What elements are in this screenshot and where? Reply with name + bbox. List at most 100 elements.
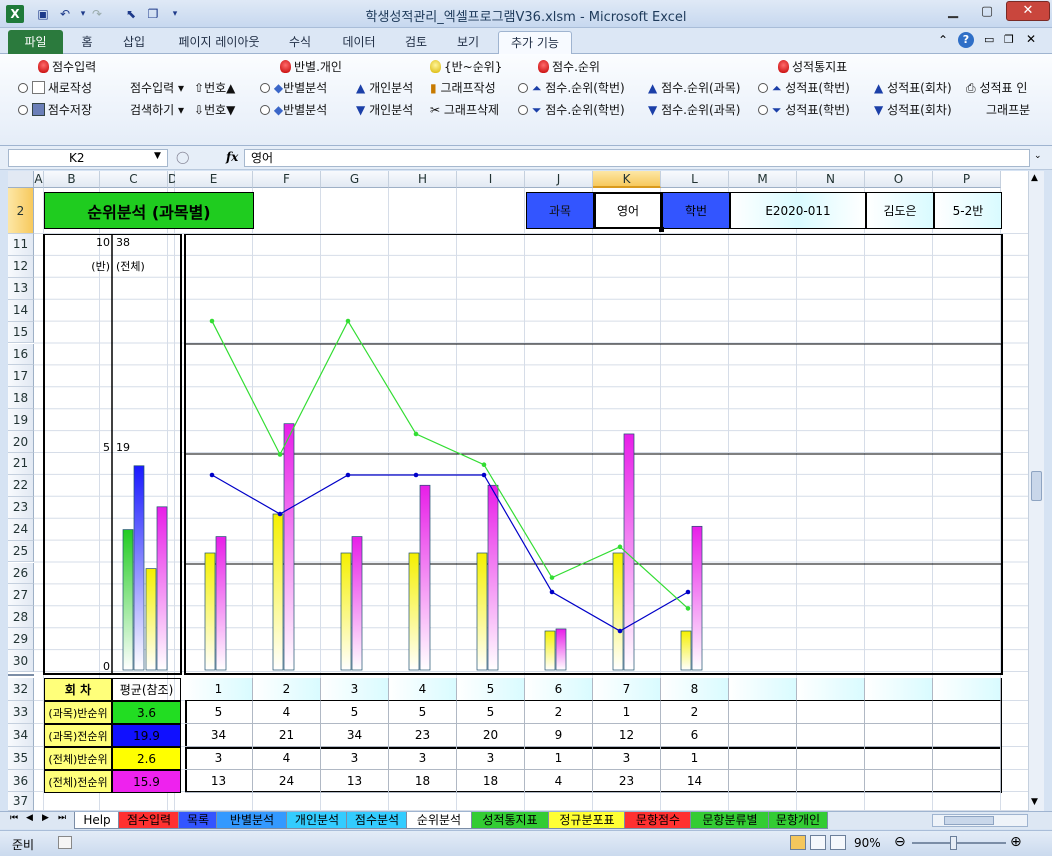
expand-formula-icon[interactable]: ⌄	[1034, 151, 1042, 161]
sheet-tab-7[interactable]: 순위분석	[406, 812, 472, 829]
column-header-d[interactable]: D	[168, 171, 177, 188]
row-header-23[interactable]: 23	[8, 496, 34, 519]
table-cell[interactable]: 3	[185, 747, 253, 770]
table-cell[interactable]: 23	[593, 770, 661, 793]
row-header-35[interactable]: 35	[8, 747, 34, 770]
table-cell[interactable]: 4	[253, 701, 321, 724]
sheet-tab-12[interactable]: 문항개인	[768, 812, 828, 829]
table-cell[interactable]: 3	[321, 747, 389, 770]
column-header-h[interactable]: H	[389, 171, 457, 188]
table-cell[interactable]: 21	[253, 724, 321, 747]
sheet-tab-3[interactable]: 목록	[178, 812, 218, 829]
row-header-22[interactable]: 22	[8, 474, 34, 497]
table-cell[interactable]: 9	[525, 724, 593, 747]
minimize-icon[interactable]: ▁	[938, 2, 968, 22]
row-header-32[interactable]: 32	[8, 678, 34, 701]
table-cell[interactable]	[729, 747, 797, 770]
column-header-a[interactable]: A	[34, 171, 44, 188]
table-cell[interactable]: 5	[185, 701, 253, 724]
report-id-down-button[interactable]: ⏷ 성적표(학번)	[758, 101, 850, 119]
sheet-tab-10[interactable]: 문항점수	[624, 812, 692, 829]
table-cell[interactable]: 18	[457, 770, 525, 793]
class-rank-header[interactable]: {반~순위}	[430, 58, 502, 76]
zoom-slider-track[interactable]	[912, 842, 1006, 844]
table-cell[interactable]: 18	[389, 770, 457, 793]
row-header-17[interactable]: 17	[8, 365, 34, 388]
name-box[interactable]: K2	[8, 149, 168, 167]
score-input-dropdown[interactable]: 점수입력 ▾	[130, 79, 184, 97]
score-rank-subject-down-button[interactable]: ▼ 점수.순위(과목)	[648, 101, 740, 119]
table-cell[interactable]: 1	[525, 747, 593, 770]
individual-analysis-down-button[interactable]: ▼ 개인분석	[356, 101, 413, 119]
column-header-l[interactable]: L	[661, 171, 729, 188]
table-cell[interactable]: 2	[525, 701, 593, 724]
radio-icon[interactable]	[758, 83, 768, 93]
score-rank-header[interactable]: 점수.순위	[538, 58, 600, 76]
sheet-tab-5[interactable]: 개인분석	[286, 812, 348, 829]
sheet-grid[interactable]: 순위분석 (과목별) 과목 영어 학번 E2020-011 김도은 5-2반 1…	[34, 188, 1028, 811]
table-cell[interactable]: 23	[389, 724, 457, 747]
column-header-i[interactable]: I	[457, 171, 525, 188]
tab-view[interactable]: 보기	[448, 31, 488, 54]
normal-view-icon[interactable]	[790, 835, 806, 850]
graph-analysis-button[interactable]: 그래프분	[986, 101, 1050, 119]
row-header-11[interactable]: 11	[8, 234, 34, 256]
report-id-up-button[interactable]: ⏶ 성적표(학번)	[758, 79, 850, 97]
restore-icon[interactable]: ▢	[972, 2, 1002, 22]
delete-graph-button[interactable]: ✂ 그래프삭제	[430, 101, 499, 119]
column-header-c[interactable]: C	[100, 171, 168, 188]
table-cell[interactable]	[865, 724, 933, 747]
radio-icon[interactable]	[260, 83, 270, 93]
row-header-27[interactable]: 27	[8, 584, 34, 607]
close-icon[interactable]: ✕	[1006, 1, 1050, 21]
tab-nav-next-icon[interactable]: ▶	[42, 813, 49, 823]
collapse-ribbon-icon[interactable]: ⌃	[938, 33, 948, 47]
table-cell[interactable]	[933, 724, 1001, 747]
table-cell[interactable]	[729, 701, 797, 724]
table-cell[interactable]: 5	[321, 701, 389, 724]
table-cell[interactable]	[933, 770, 1001, 793]
hscroll-thumb[interactable]	[944, 816, 994, 825]
table-cell[interactable]: 4	[253, 747, 321, 770]
table-cell[interactable]	[797, 770, 865, 793]
row-header-24[interactable]: 24	[8, 518, 34, 541]
table-cell[interactable]: 12	[593, 724, 661, 747]
subject-value-cell[interactable]: 영어	[594, 192, 662, 229]
table-cell[interactable]: 34	[321, 724, 389, 747]
class-individual-header[interactable]: 반별.개인	[280, 58, 342, 76]
sheet-tab-8[interactable]: 성적통지표	[470, 812, 550, 829]
student-id-value[interactable]: E2020-011	[730, 192, 866, 229]
column-header-m[interactable]: M	[729, 171, 797, 188]
row-header-25[interactable]: 25	[8, 540, 34, 563]
row-header-37[interactable]: 37	[8, 792, 34, 811]
column-header-b[interactable]: B	[44, 171, 100, 188]
scroll-up-icon[interactable]: ▲	[1031, 173, 1038, 183]
tab-add-ins[interactable]: 추가 기능	[498, 31, 572, 54]
table-cell[interactable]: 3	[389, 747, 457, 770]
table-cell[interactable]: 24	[253, 770, 321, 793]
tab-page-layout[interactable]: 페이지 레이아웃	[166, 31, 272, 54]
tab-formulas[interactable]: 수식	[280, 31, 320, 54]
radio-icon[interactable]	[18, 105, 28, 115]
table-cell[interactable]: 13	[185, 770, 253, 793]
row-header-19[interactable]: 19	[8, 409, 34, 432]
vertical-scrollbar[interactable]: ▲ ▼	[1028, 171, 1044, 811]
search-dropdown[interactable]: 검색하기 ▾	[130, 101, 184, 119]
radio-icon[interactable]	[260, 105, 270, 115]
radio-icon[interactable]	[518, 105, 528, 115]
table-cell[interactable]: 6	[661, 724, 729, 747]
tab-home[interactable]: 홈	[72, 31, 102, 54]
row-header-18[interactable]: 18	[8, 387, 34, 410]
table-cell[interactable]: 14	[661, 770, 729, 793]
sheet-tab-11[interactable]: 문항분류별	[690, 812, 770, 829]
table-cell[interactable]: 13	[321, 770, 389, 793]
row-header-34[interactable]: 34	[8, 724, 34, 747]
report-print-button[interactable]: ⎙ 성적표 인	[966, 79, 1050, 97]
tab-file[interactable]: 파일	[8, 30, 63, 54]
fill-handle[interactable]	[659, 227, 664, 232]
new-create-button[interactable]: 새로작성	[18, 79, 92, 97]
column-header-j[interactable]: J	[525, 171, 593, 188]
report-card-header[interactable]: 성적통지표	[778, 58, 847, 76]
class-analysis-down-button[interactable]: ◆반별분석	[260, 101, 327, 119]
radio-icon[interactable]	[18, 83, 28, 93]
